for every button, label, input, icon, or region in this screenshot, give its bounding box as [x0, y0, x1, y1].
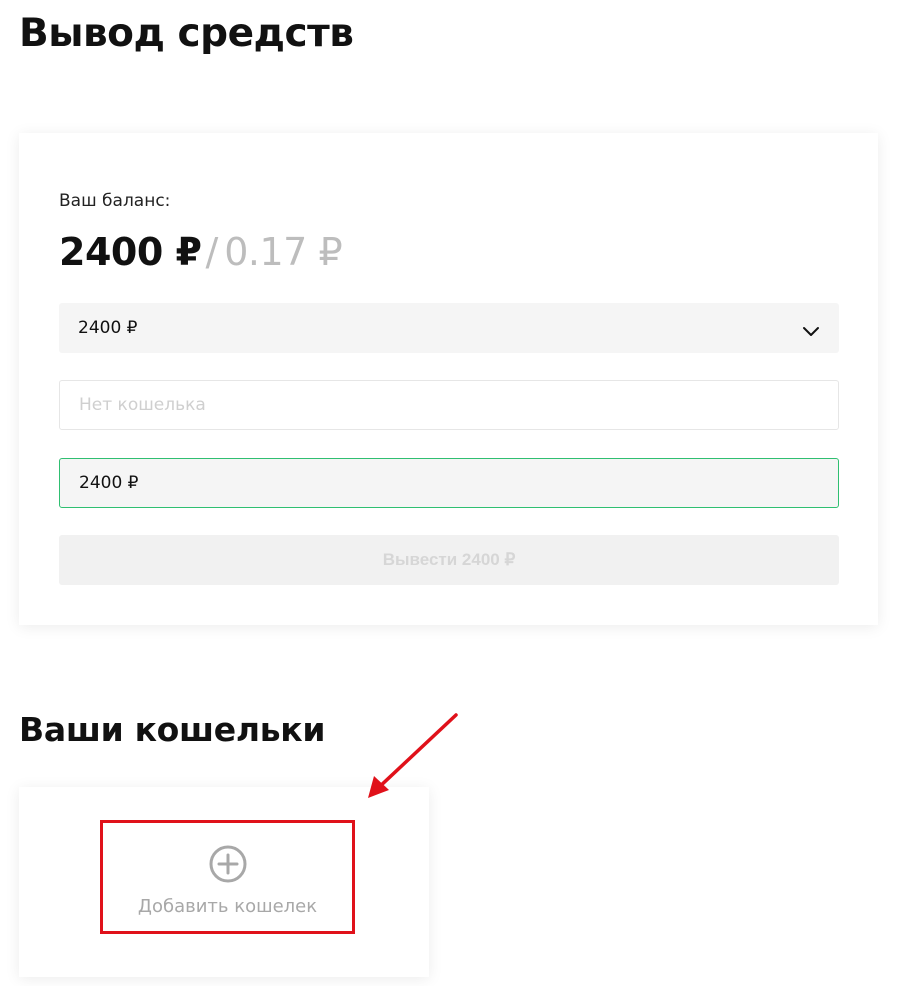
add-wallet-label: Добавить кошелек [137, 895, 318, 917]
balance-display: 2400 ₽/0.17 ₽ [59, 229, 343, 275]
withdraw-page: Вывод средств Ваш баланс: 2400 ₽/0.17 ₽ … [0, 0, 897, 986]
amount-input-value: 2400 ₽ [79, 473, 139, 493]
wallet-input[interactable]: Нет кошелька [59, 380, 839, 430]
withdraw-card: Ваш баланс: 2400 ₽/0.17 ₽ 2400 ₽ Нет кош… [19, 133, 878, 625]
balance-main: 2400 ₽ [59, 230, 202, 274]
plus-circle-icon [208, 844, 248, 884]
withdraw-button[interactable]: Вывести 2400 ₽ [59, 535, 839, 585]
wallet-card: Добавить кошелек [19, 787, 429, 977]
amount-input[interactable]: 2400 ₽ [59, 458, 839, 508]
currency-select[interactable]: 2400 ₽ [59, 303, 839, 353]
page-title: Вывод средств [19, 11, 354, 56]
balance-label: Ваш баланс: [59, 191, 171, 211]
balance-secondary: 0.17 ₽ [224, 230, 343, 274]
chevron-down-icon[interactable] [802, 322, 820, 336]
add-wallet-button[interactable]: Добавить кошелек [100, 820, 355, 934]
wallet-input-placeholder: Нет кошелька [79, 395, 206, 415]
wallets-section-title: Ваши кошельки [19, 710, 326, 749]
balance-separator: / [205, 230, 219, 274]
currency-select-value: 2400 ₽ [78, 318, 138, 338]
